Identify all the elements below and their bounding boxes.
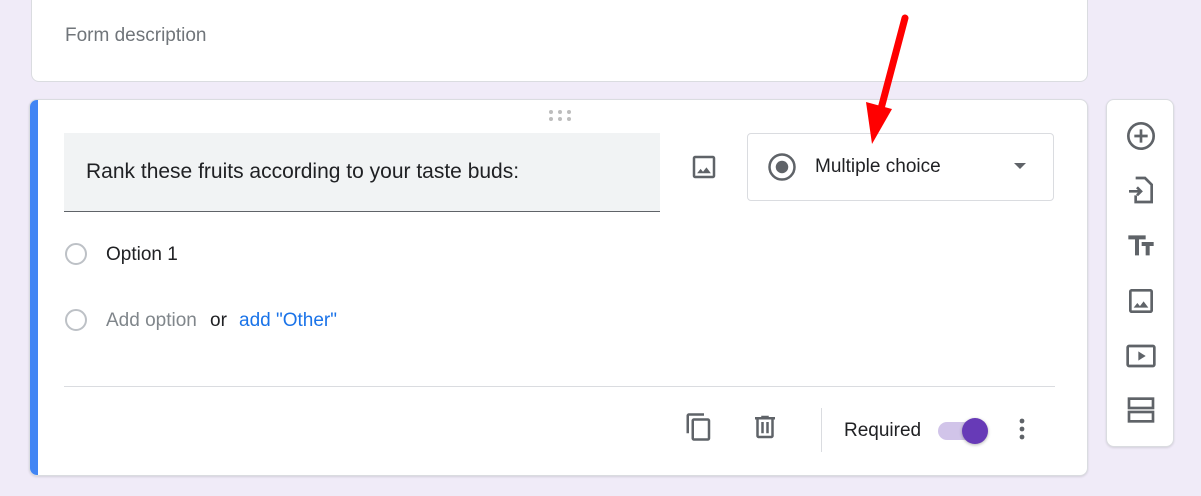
active-card-indicator: [30, 100, 38, 475]
option-radio-icon: [65, 243, 87, 265]
add-image-icon[interactable]: [689, 152, 719, 182]
required-label: Required: [844, 420, 922, 441]
footer-divider: [64, 386, 1055, 387]
import-questions-icon[interactable]: [1125, 174, 1157, 206]
footer-separator: [821, 408, 822, 452]
add-option-radio-icon: [65, 309, 87, 331]
add-title-icon[interactable]: [1125, 230, 1157, 262]
add-video-icon[interactable]: [1125, 340, 1157, 372]
form-description-input[interactable]: Form description: [65, 25, 207, 47]
question-card[interactable]: Rank these fruits according to your tast…: [29, 99, 1088, 476]
drag-handle-icon[interactable]: [549, 110, 573, 124]
or-text: or: [210, 310, 227, 331]
dropdown-arrow-icon: [1014, 163, 1026, 169]
add-question-icon[interactable]: [1125, 120, 1157, 152]
question-title[interactable]: Rank these fruits according to your tast…: [86, 160, 519, 184]
duplicate-icon[interactable]: [684, 411, 714, 443]
form-description-card: Form description: [31, 0, 1088, 82]
toggle-knob: [962, 418, 988, 444]
delete-icon[interactable]: [750, 411, 780, 443]
question-title-field[interactable]: Rank these fruits according to your tast…: [64, 133, 660, 212]
add-other-link[interactable]: add "Other": [239, 310, 337, 332]
more-options-icon[interactable]: [1010, 415, 1034, 443]
required-toggle[interactable]: [938, 418, 988, 444]
radio-button-icon: [767, 152, 797, 187]
option-1-label[interactable]: Option 1: [106, 244, 178, 266]
add-image-icon[interactable]: [1125, 285, 1157, 317]
add-option-input[interactable]: Add option: [106, 310, 197, 332]
add-section-icon[interactable]: [1125, 394, 1157, 426]
question-type-label: Multiple choice: [815, 156, 941, 177]
annotation-arrow: [866, 14, 909, 144]
floating-toolbar: [1106, 99, 1174, 447]
